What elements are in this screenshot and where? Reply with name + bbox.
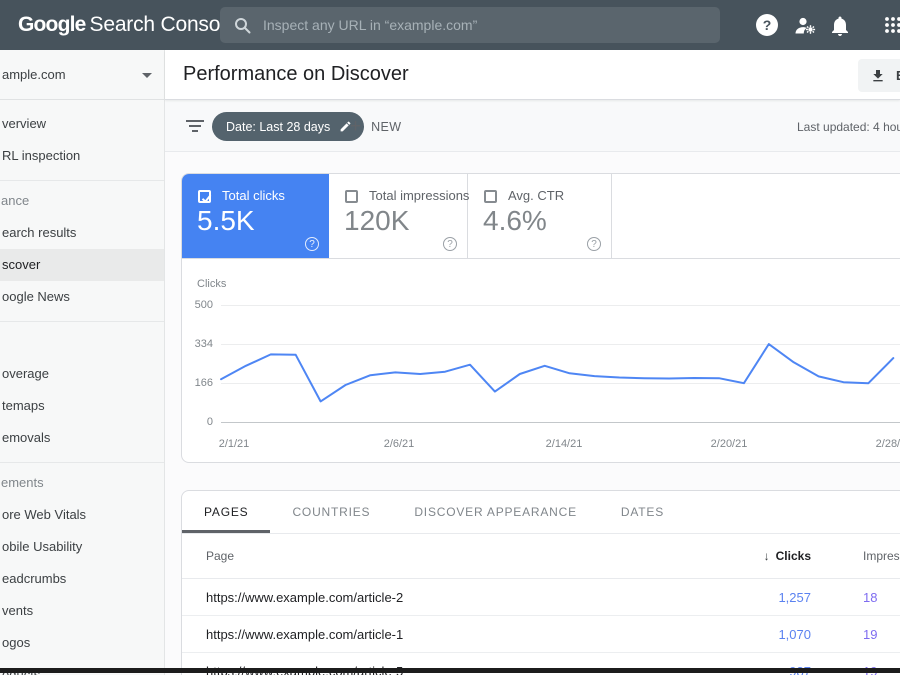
sidebar-item-overview[interactable]: verview [0,108,164,140]
metric-tile-total-impressions[interactable]: Total impressions 120K ? [329,174,470,258]
export-label: EXPORT [896,68,900,83]
sidebar-item-google-news[interactable]: oogle News [0,281,164,313]
product-logo-text: Search Console [89,13,237,36]
screenshot-bottom-edge [0,668,900,673]
filter-bar: Date: Last 28 days + NEW Last updated: 4… [165,100,900,152]
tab-pages[interactable]: PAGES [182,491,271,533]
dimensions-table-card: PAGES COUNTRIES DISCOVER APPEARANCE DATE… [181,490,900,675]
sidebar-section-performance[interactable]: ance [0,181,164,217]
performance-chart-card: Total clicks 5.5K ? Total impressions 12… [181,173,900,463]
x-tick-label: 2/14/21 [545,438,583,450]
page-url-link[interactable]: https://www.example.com/article-2 [206,590,403,605]
url-inspect-searchbox[interactable] [220,7,720,43]
download-icon [873,69,883,81]
help-icon[interactable]: ? [443,237,457,251]
tab-countries[interactable]: COUNTRIES [270,491,392,533]
tab-dates[interactable]: DATES [599,491,686,533]
checkbox-unchecked-icon[interactable] [345,190,358,203]
sidebar-item-events[interactable]: vents [0,595,164,627]
search-icon [235,17,251,33]
property-name: ample.com [2,67,66,82]
sidebar-section-enhancements[interactable]: ements [0,463,164,499]
apps-grid-icon[interactable] [884,16,900,34]
sidebar-item-mobile-usability[interactable]: obile Usability [0,531,164,563]
metric-value: 5.5K [197,205,255,236]
last-updated-text: Last updated: 4 hours [797,120,900,134]
sidebar-item-discover[interactable]: scover [0,249,164,281]
notifications-bell-icon[interactable] [828,14,852,38]
new-filter-button[interactable]: + NEW [350,112,401,141]
sidebar-item-removals[interactable]: emovals [0,422,164,454]
page-url-link[interactable]: https://www.example.com/article-1 [206,627,403,642]
top-app-bar: GoogleSearch Console ? [0,0,900,50]
checkbox-checked-icon[interactable] [198,190,212,204]
export-button[interactable]: EXPORT [858,59,900,92]
property-selector[interactable]: ample.com [0,50,164,100]
y-tick-label: 0 [206,416,213,428]
metric-tile-avg-ctr[interactable]: Avg. CTR 4.6% ? [468,174,612,258]
metric-label: Total clicks [222,188,285,203]
metric-tiles: Total clicks 5.5K ? Total impressions 12… [182,174,900,259]
help-icon[interactable]: ? [756,14,778,36]
sidebar-item-breadcrumbs[interactable]: eadcrumbs [0,563,164,595]
sidebar-item-search-results[interactable]: earch results [0,217,164,249]
date-filter-label: Date: Last 28 days [226,119,331,134]
clicks-line-chart [220,343,895,403]
metric-tile-total-clicks[interactable]: Total clicks 5.5K ? [182,174,329,258]
search-input[interactable] [263,17,703,33]
plus-icon: + [350,116,362,137]
app-logo[interactable]: Google Search Console [18,13,236,37]
help-icon[interactable]: ? [305,237,319,251]
table-row: https://www.example.com/article-1 1,070 … [182,616,900,653]
sidebar: ample.com verview RL inspection ance ear… [0,50,165,675]
checkbox-unchecked-icon[interactable] [484,190,497,203]
table-header-row: Page ↓Clicks Impressions [182,534,900,579]
y-tick-label: 334 [194,337,213,350]
chevron-down-icon [142,73,152,78]
page-title: Performance on Discover [183,63,409,85]
y-tick-label: 500 [194,299,213,311]
filter-icon[interactable] [186,120,204,132]
sidebar-nav: verview RL inspection ance earch results… [0,100,164,675]
google-logo-text: Google [18,13,86,36]
metric-value: 4.6% [483,205,547,236]
column-header-page[interactable]: Page [206,549,234,563]
sidebar-section-index[interactable] [0,322,164,358]
google-search-console-app: GoogleSearch Console ? ample.com verview… [0,0,900,675]
x-tick-label: 2/6/21 [383,438,415,450]
metric-label: Avg. CTR [508,188,565,203]
table-row: https://www.example.com/article-2 1,257 … [182,579,900,616]
y-tick-label: 166 [194,377,213,390]
date-filter-chip[interactable]: Date: Last 28 days [212,112,365,141]
x-tick-label: 2/20/21 [710,438,748,450]
column-header-clicks-sorted[interactable]: ↓ Clicks [764,549,811,563]
new-filter-label: NEW [371,119,402,134]
y-axis-title: Clicks [197,278,227,290]
impressions-value: 19 [863,627,878,642]
sort-desc-arrow-icon: ↓ [763,549,770,563]
metric-value: 120K [344,205,410,236]
clicks-value: 1,257 [778,590,811,605]
column-header-impressions[interactable]: Impressions [863,549,900,563]
page-header: Performance on Discover EXPORT [165,50,900,100]
table-tabs: PAGES COUNTRIES DISCOVER APPEARANCE DATE… [182,491,900,534]
sidebar-item-url-inspection[interactable]: RL inspection [0,140,164,172]
help-icon[interactable]: ? [587,237,601,251]
metric-label: Total impressions [369,188,470,203]
sidebar-item-coverage[interactable]: overage [0,358,164,390]
x-tick-label: 2/1/21 [218,438,250,450]
manage-users-icon[interactable] [794,14,818,38]
sidebar-item-core-web-vitals[interactable]: ore Web Vitals [0,499,164,531]
sidebar-item-logos[interactable]: ogos [0,627,164,659]
clicks-value: 1,070 [778,627,811,642]
sidebar-item-sitemaps[interactable]: temaps [0,390,164,422]
tab-discover-appearance[interactable]: DISCOVER APPEARANCE [392,491,599,533]
x-tick-label: 2/28/21 [875,438,900,450]
impressions-value: 18 [863,590,878,605]
